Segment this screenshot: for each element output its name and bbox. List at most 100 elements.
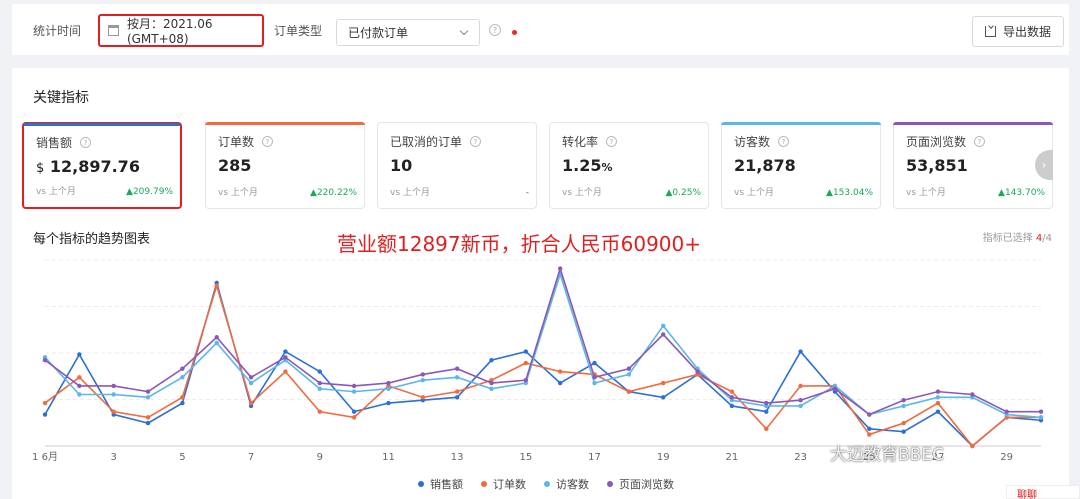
data-point xyxy=(901,429,906,434)
export-label: 导出数据 xyxy=(1002,25,1051,39)
card-accent-bar xyxy=(721,122,881,125)
legend-dot xyxy=(481,481,487,487)
data-point xyxy=(935,409,941,414)
metric-card-cancelled[interactable]: 已取消的订单? 10 vs 上个月 - xyxy=(377,122,537,209)
metric-title: 已取消的订单 xyxy=(390,135,463,149)
data-point xyxy=(386,386,391,391)
data-point xyxy=(901,420,906,426)
calendar-icon xyxy=(108,25,119,36)
metric-card-orders[interactable]: 订单数? 285 vs 上个月 ▲220.22% xyxy=(205,122,365,209)
data-point xyxy=(523,349,529,354)
data-point xyxy=(214,335,219,340)
metric-value: 21,878 xyxy=(734,156,796,175)
watermark: 大迈教育BBEC xyxy=(830,445,944,465)
metric-title: 访客数 xyxy=(734,135,771,149)
metric-value: 10 xyxy=(390,156,413,175)
data-point xyxy=(970,443,975,449)
data-point xyxy=(764,426,769,432)
data-point xyxy=(317,386,322,391)
data-point xyxy=(317,380,322,386)
card-accent-bar xyxy=(205,122,365,125)
help-icon[interactable]: ? xyxy=(974,136,986,147)
help-icon[interactable]: ? xyxy=(80,137,92,148)
data-point xyxy=(661,332,666,337)
data-point xyxy=(111,383,116,389)
metric-value: 1.25 xyxy=(562,156,602,175)
data-point xyxy=(77,352,82,357)
card-accent-bar xyxy=(23,123,181,126)
data-point xyxy=(180,375,185,380)
x-tick-label: 21 xyxy=(726,452,739,463)
notification-dot xyxy=(512,30,517,35)
metric-change: ▲0.25% xyxy=(665,188,701,198)
series-line xyxy=(44,271,1042,419)
legend-item[interactable]: 订单数 xyxy=(481,476,526,492)
data-point xyxy=(523,377,529,383)
legend-dot xyxy=(418,481,424,487)
metric-title: 转化率 xyxy=(562,135,599,149)
legend-dot xyxy=(607,481,613,487)
metric-value: 12,897.76 xyxy=(49,157,140,176)
data-point xyxy=(489,386,494,391)
x-tick-label: 23 xyxy=(794,452,807,463)
x-tick-label: 13 xyxy=(451,452,464,463)
metric-title: 页面浏览数 xyxy=(906,135,967,149)
legend-label: 销售额 xyxy=(430,478,463,491)
metric-title: 销售额 xyxy=(36,136,73,150)
metric-card-visitors[interactable]: 访客数? 21,878 vs 上个月 ▲153.04% xyxy=(721,122,881,209)
data-point xyxy=(901,398,906,403)
data-point xyxy=(145,415,151,420)
download-icon xyxy=(984,26,996,37)
metric-card-sales[interactable]: 销售额? $ 12,897.76 vs 上个月 ▲209.79% xyxy=(22,122,182,209)
data-point xyxy=(77,392,82,397)
chevron-down-icon xyxy=(459,26,469,36)
data-point xyxy=(317,369,322,374)
data-point xyxy=(798,349,803,354)
data-point xyxy=(729,389,735,394)
help-icon[interactable]: ? xyxy=(778,136,790,147)
x-tick-label: 17 xyxy=(588,452,601,463)
legend-item[interactable]: 访客数 xyxy=(544,476,589,492)
data-point xyxy=(180,400,185,406)
date-picker[interactable]: 按月：2021.06 (GMT+08) xyxy=(98,14,264,47)
data-point xyxy=(661,395,666,400)
x-tick-label: 15 xyxy=(519,452,532,463)
card-accent-bar xyxy=(893,122,1053,125)
data-point xyxy=(145,389,151,394)
data-point xyxy=(695,369,700,374)
data-point xyxy=(729,403,735,409)
metric-card-pageviews[interactable]: 页面浏览数? 53,851 vs 上个月 ▲143.70% xyxy=(893,122,1053,209)
data-point xyxy=(557,266,563,271)
legend-item[interactable]: 页面浏览数 xyxy=(607,476,674,492)
data-point xyxy=(283,349,288,354)
legend-label: 访客数 xyxy=(556,478,589,491)
help-icon[interactable]: ? xyxy=(262,136,274,147)
data-point xyxy=(729,395,735,400)
data-point xyxy=(454,389,460,394)
metric-card-conversion[interactable]: 转化率? 1.25% vs 上个月 ▲0.25% xyxy=(549,122,709,209)
data-point xyxy=(764,409,769,414)
x-tick-label: 29 xyxy=(1000,452,1013,463)
data-point xyxy=(77,383,82,389)
x-tick-label: 7 xyxy=(248,452,254,463)
data-point xyxy=(283,355,288,360)
chart-legend: 销售额 订单数 访客数 页面浏览数 xyxy=(418,476,674,492)
data-point xyxy=(935,400,941,406)
date-value: 按月：2021.06 (GMT+08) xyxy=(126,17,213,46)
legend-item[interactable]: 销售额 xyxy=(418,476,463,492)
data-point xyxy=(351,383,357,389)
data-point xyxy=(626,389,632,394)
data-point xyxy=(798,403,803,409)
help-icon[interactable]: ? xyxy=(489,24,501,36)
data-point xyxy=(454,375,460,380)
chat-tab[interactable]: 聊聊 xyxy=(1006,485,1080,499)
order-type-label: 订单类型 xyxy=(274,24,323,38)
data-point xyxy=(592,360,597,366)
data-point xyxy=(901,403,906,409)
legend-label: 页面浏览数 xyxy=(619,478,674,491)
export-button[interactable]: 导出数据 xyxy=(972,16,1064,47)
help-icon[interactable]: ? xyxy=(606,136,618,147)
order-type-select[interactable]: 已付款订单 xyxy=(336,19,480,46)
help-icon[interactable]: ? xyxy=(470,136,482,147)
data-point xyxy=(935,389,941,394)
